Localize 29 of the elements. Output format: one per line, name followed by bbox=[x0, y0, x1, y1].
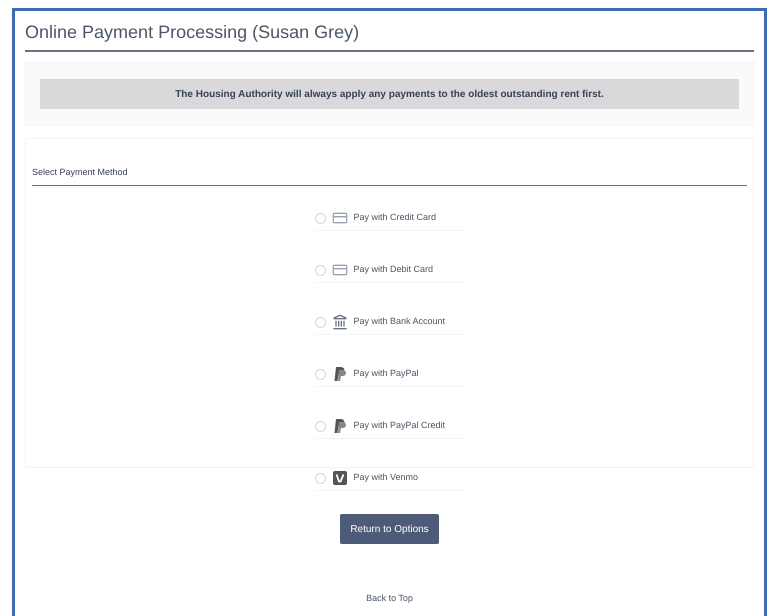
radio-button[interactable] bbox=[314, 264, 326, 276]
paypal-icon bbox=[332, 366, 348, 382]
radio-button[interactable] bbox=[314, 472, 326, 484]
payment-option[interactable]: Pay with PayPal Credit bbox=[314, 418, 464, 439]
radio-button[interactable] bbox=[314, 368, 326, 380]
bank-icon bbox=[332, 314, 348, 330]
option-label: Pay with PayPal bbox=[354, 367, 419, 380]
option-label: Pay with Venmo bbox=[354, 471, 418, 484]
payment-option[interactable]: Pay with Debit Card bbox=[314, 262, 464, 283]
radio-button[interactable] bbox=[314, 420, 326, 432]
credit-card-icon bbox=[332, 210, 348, 226]
return-button[interactable]: Return to Options bbox=[340, 514, 439, 544]
payment-option[interactable]: Pay with PayPal bbox=[314, 366, 464, 387]
payment-option[interactable]: Pay with Venmo bbox=[314, 470, 464, 491]
section-title: Select Payment Method bbox=[32, 167, 128, 177]
payment-option[interactable]: Pay with Credit Card bbox=[314, 210, 464, 231]
page-title: Online Payment Processing (Susan Grey) bbox=[25, 22, 360, 42]
option-label: Pay with PayPal Credit bbox=[354, 419, 446, 432]
option-label: Pay with Bank Account bbox=[354, 315, 446, 328]
radio-button[interactable] bbox=[314, 316, 326, 328]
paypal-icon bbox=[332, 418, 348, 434]
radio-button[interactable] bbox=[314, 212, 326, 224]
option-label: Pay with Debit Card bbox=[354, 263, 434, 276]
back-to-top-link[interactable]: Back to Top bbox=[366, 592, 413, 606]
option-label: Pay with Credit Card bbox=[354, 211, 436, 224]
payment-option[interactable]: Pay with Bank Account bbox=[314, 314, 464, 335]
credit-card-icon bbox=[332, 262, 348, 278]
notice-banner: The Housing Authority will always apply any payments to the oldest outstanding rent first. bbox=[40, 79, 739, 109]
venmo-icon bbox=[332, 470, 348, 486]
